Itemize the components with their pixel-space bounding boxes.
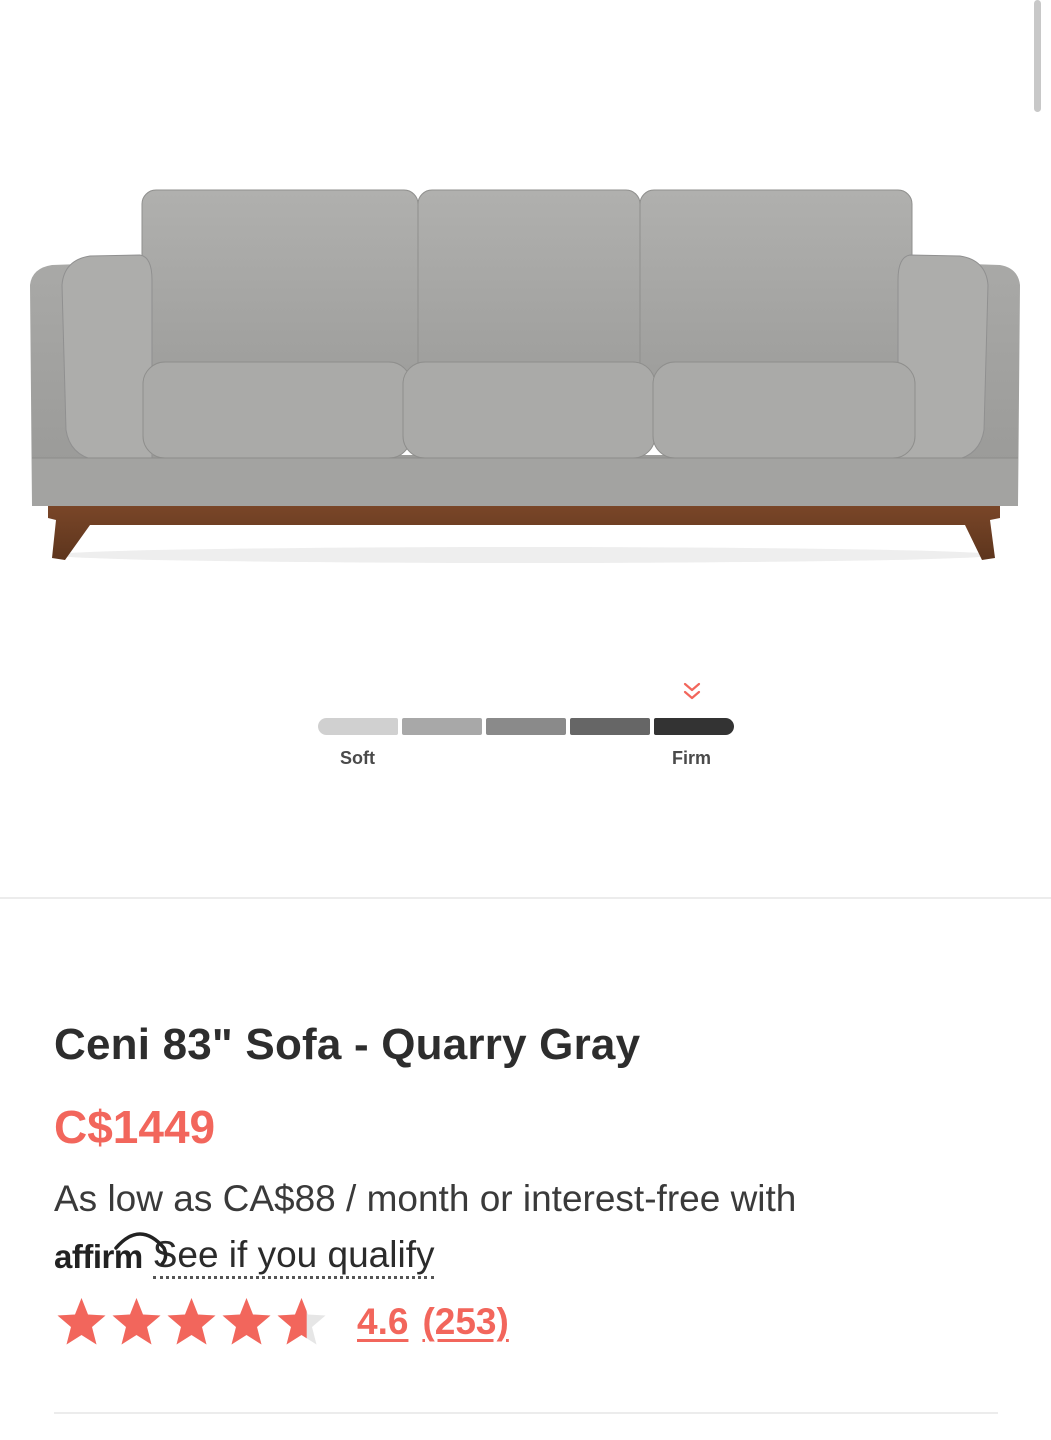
affirm-logo: affirm — [54, 1232, 168, 1276]
rating-row[interactable]: 4.6 (253) — [54, 1296, 509, 1348]
firmness-soft-label: Soft — [340, 748, 375, 768]
product-price: C$1449 — [54, 1101, 216, 1153]
double-chevron-down-icon — [683, 682, 701, 700]
financing-text: As low as CA$88 / month or interest-free… — [54, 1178, 797, 1219]
section-divider-bottom — [54, 1412, 998, 1414]
firmness-scale: Soft Firm — [316, 680, 736, 770]
review-count[interactable]: (253) — [422, 1301, 508, 1343]
firmness-segment-4 — [570, 718, 650, 735]
product-title: Ceni 83" Sofa - Quarry Gray — [54, 1020, 641, 1069]
rating-value[interactable]: 4.6 — [357, 1301, 408, 1343]
firmness-segment-1 — [318, 718, 398, 735]
affirm-row: affirm See if you qualify — [54, 1232, 435, 1282]
star-icon — [167, 1298, 216, 1345]
firmness-segment-3 — [486, 718, 566, 735]
firmness-segment-5 — [654, 718, 734, 735]
see-if-you-qualify-link[interactable]: See if you qualify — [152, 1234, 435, 1279]
star-rating — [54, 1296, 329, 1348]
product-image[interactable] — [0, 0, 1051, 600]
sofa-image — [30, 189, 1020, 563]
firmness-segment-2 — [402, 718, 482, 735]
section-divider — [0, 897, 1051, 899]
star-icon — [112, 1298, 161, 1345]
firmness-firm-label: Firm — [672, 748, 712, 768]
affirm-arc-icon — [114, 1232, 168, 1266]
star-icon — [277, 1298, 326, 1345]
star-icon — [57, 1298, 106, 1345]
star-icon — [222, 1298, 271, 1345]
